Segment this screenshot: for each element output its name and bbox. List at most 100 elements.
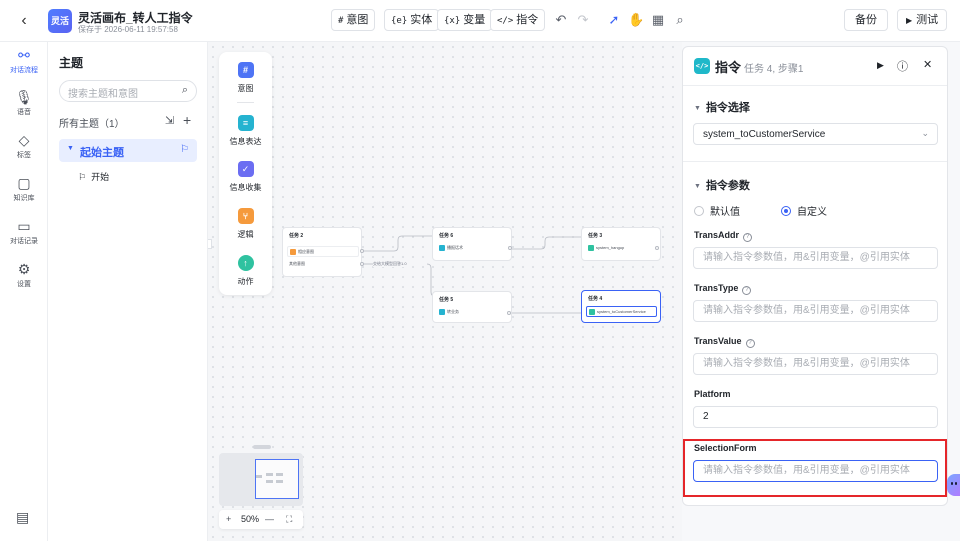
flow-canvas[interactable]: # 意图 ≡ 信息表达 ✓ 信息收集 ⑂ 逻辑 ↑ 动作 交给大模型回答1.0 xyxy=(208,42,682,541)
caret-down-icon[interactable]: ▼ xyxy=(67,145,74,152)
add-topic-icon[interactable]: + xyxy=(183,112,191,128)
redo-icon[interactable]: ↷ xyxy=(575,12,591,28)
transtype-input[interactable]: 请输入指令参数值，用&引用变量，@引用实体 xyxy=(693,300,938,322)
microphone-icon: 🎙 xyxy=(15,89,33,105)
zoom-level: 50% xyxy=(241,514,260,524)
offscreen-node xyxy=(208,239,212,249)
field-label-transaddr: TransAddr? xyxy=(694,230,753,242)
topic-panel-title: 主题 xyxy=(59,56,84,70)
node-row[interactable]: 相应意图 xyxy=(287,246,359,257)
layout-icon[interactable]: ▦ xyxy=(650,12,666,28)
import-icon[interactable]: ⇲ xyxy=(165,114,174,127)
transvalue-input[interactable]: 请输入指令参数值，用&引用变量，@引用实体 xyxy=(693,353,938,375)
topic-sub-item[interactable]: ⚐ 开始 xyxy=(78,170,109,183)
undo-icon[interactable]: ↶ xyxy=(553,12,569,28)
instruction-select-section[interactable]: ▼ 指令选择 xyxy=(694,99,750,115)
field-label-transvalue: TransValue? xyxy=(694,336,755,348)
minimap[interactable] xyxy=(219,445,303,506)
node-row[interactable]: system_toCustomerService xyxy=(586,306,657,317)
left-nav: ⚯ 对话流程 🎙 语音 ◇ 标签 ▢ 知识库 ▭ 对话记录 ⚙ 设置 ▤ xyxy=(0,42,48,541)
variable-button[interactable]: {x} 变量 xyxy=(437,9,493,31)
instruction-params-section[interactable]: ▼ 指令参数 xyxy=(694,177,750,193)
node-port[interactable] xyxy=(507,311,511,315)
intent-button[interactable]: # 意图 xyxy=(331,9,376,31)
panel-title: 指令 xyxy=(715,60,742,75)
radio-default[interactable]: 默认值 xyxy=(694,203,740,218)
help-icon[interactable]: ? xyxy=(742,286,752,295)
search-icon[interactable]: ⌕ xyxy=(672,12,688,28)
node-row[interactable]: 转业务 xyxy=(437,307,509,318)
flag-icon: ⚐ xyxy=(78,172,87,182)
caret-down-icon: ▼ xyxy=(694,105,701,112)
chat-icon: ▭ xyxy=(17,218,31,234)
nav-item-flow[interactable]: ⚯ 对话流程 xyxy=(0,46,48,75)
variable-icon: {x} xyxy=(444,16,461,26)
minimap-viewport[interactable] xyxy=(255,459,299,499)
flow-icon: ⚯ xyxy=(18,47,30,63)
assistant-avatar-icon[interactable] xyxy=(947,474,960,496)
document-icon[interactable]: ▤ xyxy=(16,509,29,526)
node-port[interactable] xyxy=(655,246,659,250)
hand-icon[interactable]: ✋ xyxy=(628,12,644,28)
all-topics-label: 所有主题（1） xyxy=(59,119,125,130)
backup-button[interactable]: 备份 xyxy=(844,9,888,31)
node-port[interactable] xyxy=(360,249,364,253)
close-icon[interactable]: ✕ xyxy=(923,58,932,71)
highlight-box xyxy=(683,439,947,497)
zoom-in-icon[interactable]: + xyxy=(226,513,231,526)
radio-circle[interactable] xyxy=(694,206,704,216)
chevron-down-icon: ⌄ xyxy=(921,128,929,138)
nav-item-records[interactable]: ▭ 对话记录 xyxy=(0,217,48,246)
play-icon: ▶ xyxy=(906,16,913,25)
radio-circle-checked[interactable] xyxy=(781,206,791,216)
divider xyxy=(683,85,947,86)
field-label-platform: Platform xyxy=(694,389,731,399)
panel-subtitle: 任务 4, 步骤1 xyxy=(744,64,804,75)
instruction-select[interactable]: system_toCustomerService ⌄ xyxy=(693,123,938,145)
hash-icon: # xyxy=(338,16,344,26)
node-task-2[interactable]: 任务 2 相应意图 其他意图 xyxy=(282,227,364,277)
test-button[interactable]: ▶ 测试 xyxy=(897,9,948,31)
pointer-icon[interactable]: ➚ xyxy=(606,12,622,28)
minimap-handle[interactable] xyxy=(253,445,271,449)
gear-icon: ⚙ xyxy=(17,261,31,277)
top-bar: ‹ 灵活 灵活画布_转人工指令 保存于 2026-06-11 19:57:58 … xyxy=(0,0,960,42)
fit-view-icon[interactable]: ⛶ xyxy=(286,513,292,526)
play-icon[interactable]: ▶ xyxy=(877,60,884,71)
app-logo: 灵活 xyxy=(48,9,72,33)
entity-button[interactable]: {e} 实体 xyxy=(384,9,440,31)
code-icon: </> xyxy=(497,16,514,26)
node-port[interactable] xyxy=(360,262,364,266)
field-label-transtype: TransType? xyxy=(694,283,752,295)
nav-item-tags[interactable]: ◇ 标签 xyxy=(0,131,48,160)
node-row[interactable]: system_hangup xyxy=(586,243,658,254)
node-row[interactable]: 播报话术 xyxy=(437,243,509,254)
help-icon[interactable]: ? xyxy=(743,233,753,242)
zoom-out-icon[interactable]: — xyxy=(265,513,274,526)
node-task-5[interactable]: 任务 5 转业务 xyxy=(432,291,512,323)
back-icon[interactable]: ‹ xyxy=(14,11,34,31)
code-icon: </> xyxy=(694,58,710,74)
caret-down-icon: ▼ xyxy=(694,183,701,190)
nav-item-voice[interactable]: 🎙 语音 xyxy=(0,88,48,117)
edge-label: 交给大模型回答1.0 xyxy=(373,261,407,267)
nav-item-settings[interactable]: ⚙ 设置 xyxy=(0,260,48,289)
node-port[interactable] xyxy=(508,246,512,250)
node-task-3[interactable]: 任务 3 system_hangup xyxy=(581,227,661,261)
nav-item-knowledge[interactable]: ▢ 知识库 xyxy=(0,174,48,203)
help-icon[interactable]: ⓘ xyxy=(897,58,908,74)
transaddr-input[interactable]: 请输入指令参数值，用&引用变量，@引用实体 xyxy=(693,247,938,269)
saved-timestamp: 保存于 2026-06-11 19:57:58 xyxy=(78,25,178,34)
platform-input[interactable]: 2 xyxy=(693,406,938,428)
node-task-6[interactable]: 任务 6 播报话术 xyxy=(432,227,512,261)
node-row[interactable]: 其他意图 xyxy=(287,259,359,270)
topic-item-start[interactable]: ▼ 起始主题 ⚐ xyxy=(59,139,197,162)
topic-search-input[interactable]: 搜索主题和意图 ⌕ xyxy=(59,80,197,102)
help-icon[interactable]: ? xyxy=(745,339,755,348)
instruction-button[interactable]: </> 指令 xyxy=(490,9,546,31)
flag-icon: ⚐ xyxy=(180,144,189,155)
radio-custom[interactable]: 自定义 xyxy=(781,203,827,218)
entity-icon: {e} xyxy=(391,16,408,26)
divider xyxy=(683,161,947,162)
node-task-4[interactable]: 任务 4 system_toCustomerService xyxy=(581,290,661,323)
